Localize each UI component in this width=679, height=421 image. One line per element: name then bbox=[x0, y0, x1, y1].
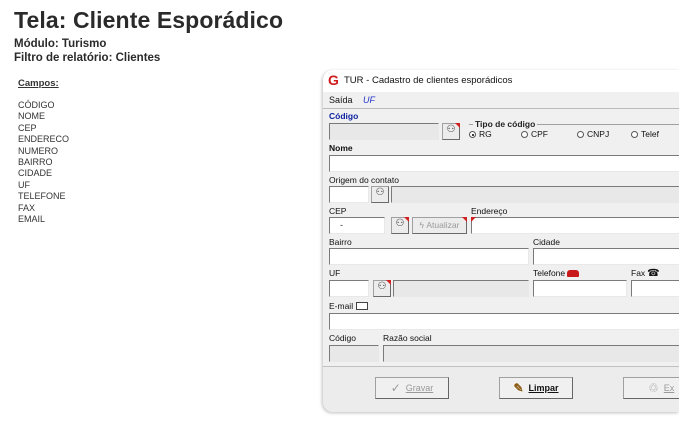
window-title: TUR - Cadastro de clientes esporádicos bbox=[344, 75, 513, 86]
tur-app-icon: G bbox=[328, 72, 339, 88]
cidade-input[interactable] bbox=[533, 248, 679, 265]
label-uf: UF bbox=[329, 268, 341, 278]
envelope-icon bbox=[356, 302, 369, 310]
radio-rg[interactable]: RG bbox=[469, 129, 492, 139]
label-nome: Nome bbox=[329, 143, 353, 153]
label-email: E-mail bbox=[329, 301, 369, 311]
field-item: EMAIL bbox=[18, 214, 46, 225]
search-cep-button[interactable]: ⚇ bbox=[391, 217, 409, 234]
fax-icon: ☎ bbox=[647, 268, 660, 279]
cep-input[interactable]: - bbox=[329, 217, 385, 234]
menu-uf[interactable]: UF bbox=[363, 95, 375, 105]
label-codigo-empresa: Código bbox=[329, 333, 356, 343]
label-origem: Origem do contato bbox=[329, 175, 399, 185]
window-titlebar[interactable]: G TUR - Cadastro de clientes esporádicos bbox=[323, 70, 679, 92]
module-line: Módulo: Turismo bbox=[14, 38, 107, 50]
atualizar-button[interactable]: ϟ Atualizar bbox=[412, 217, 467, 234]
label-endereco: Endereço bbox=[471, 206, 508, 216]
endereco-input[interactable] bbox=[471, 217, 679, 234]
razao-social-field bbox=[383, 345, 679, 362]
label-cidade: Cidade bbox=[533, 237, 560, 247]
telefone-input[interactable] bbox=[533, 280, 627, 297]
client-form: Código ⚇ Tipo de código RG CPF CNPJ Tele… bbox=[323, 108, 679, 378]
field-item: CEP bbox=[18, 122, 37, 133]
uf-input[interactable] bbox=[329, 280, 369, 297]
fax-input[interactable] bbox=[631, 280, 679, 297]
codigo-empresa-field bbox=[329, 345, 379, 362]
radio-cnpj[interactable]: CNPJ bbox=[577, 129, 609, 139]
lightning-icon: ϟ bbox=[419, 220, 425, 230]
radio-cpf[interactable]: CPF bbox=[521, 129, 548, 139]
telephone-icon bbox=[567, 270, 580, 277]
field-item: FAX bbox=[18, 202, 36, 213]
origem-desc-field bbox=[391, 186, 679, 203]
field-item: NOME bbox=[18, 111, 45, 122]
checkmark-icon: ✓ bbox=[390, 381, 401, 395]
binoculars-icon: ⚇ bbox=[375, 187, 385, 198]
label-cep: CEP bbox=[329, 206, 347, 216]
trash-icon: ♲ bbox=[648, 381, 659, 395]
tipo-codigo-label: Tipo de código bbox=[473, 119, 538, 129]
limpar-button[interactable]: ✎ Limpar bbox=[499, 377, 573, 399]
fields-heading: Campos: bbox=[18, 78, 59, 89]
menu-bar: Saída UF bbox=[323, 92, 679, 108]
codigo-input[interactable] bbox=[329, 123, 439, 140]
gravar-button[interactable]: ✓ Gravar bbox=[375, 377, 449, 399]
uf-desc-field bbox=[393, 280, 529, 297]
field-item: UF bbox=[18, 179, 30, 190]
field-item: NUMERO bbox=[18, 145, 58, 156]
client-window: G TUR - Cadastro de clientes esporádicos… bbox=[323, 70, 679, 412]
label-razao-social: Razão social bbox=[383, 333, 432, 343]
nome-input[interactable] bbox=[329, 155, 679, 172]
field-item: BAIRRO bbox=[18, 157, 53, 168]
report-filter-line: Filtro de relatório: Clientes bbox=[14, 52, 161, 64]
search-origem-button[interactable]: ⚇ bbox=[371, 186, 389, 203]
field-item: ENDERECO bbox=[18, 134, 70, 145]
label-telefone: Telefone bbox=[533, 268, 580, 278]
field-item: CÓDIGO bbox=[18, 100, 55, 110]
field-item: CIDADE bbox=[18, 168, 53, 179]
label-bairro: Bairro bbox=[329, 237, 352, 247]
origem-code-input[interactable] bbox=[329, 186, 369, 203]
page-title: Tela: Cliente Esporádico bbox=[14, 7, 284, 33]
label-codigo: Código bbox=[329, 111, 359, 121]
button-bar: ✓ Gravar ✎ Limpar ♲ Ex bbox=[323, 367, 679, 412]
email-input[interactable] bbox=[329, 313, 679, 330]
menu-saida[interactable]: Saída bbox=[329, 95, 353, 105]
broom-icon: ✎ bbox=[513, 381, 524, 395]
excluir-button[interactable]: ♲ Ex bbox=[623, 377, 679, 399]
fields-list: CÓDIGO NOME CEP ENDERECO NUMERO BAIRRO C… bbox=[18, 100, 69, 225]
label-fax: Fax ☎ bbox=[631, 268, 660, 279]
bairro-input[interactable] bbox=[329, 248, 529, 265]
radio-telef[interactable]: Telef bbox=[631, 129, 659, 139]
field-item: TELEFONE bbox=[18, 191, 66, 202]
search-codigo-button[interactable]: ⚇ bbox=[442, 123, 460, 140]
search-uf-button[interactable]: ⚇ bbox=[373, 280, 391, 297]
